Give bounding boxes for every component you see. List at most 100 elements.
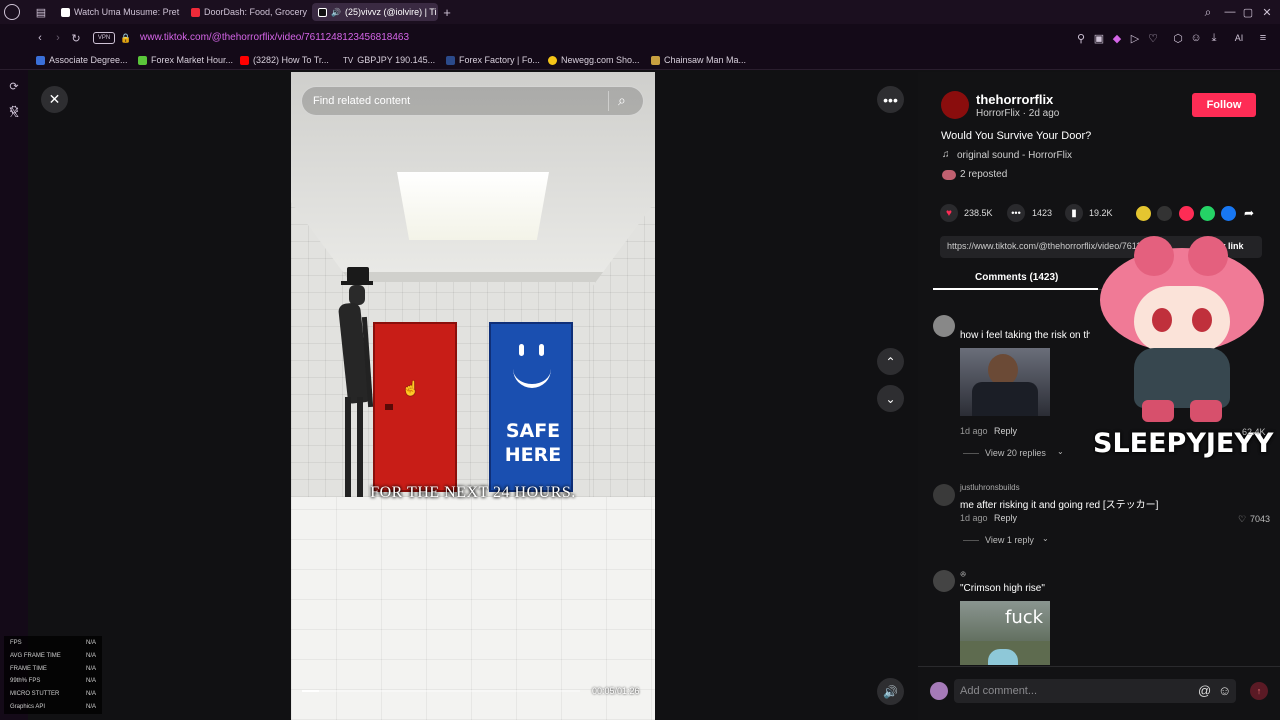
bookmark-label: Forex Market Hour... <box>151 55 234 65</box>
comment-image[interactable]: fuck <box>960 601 1050 665</box>
find-related-search[interactable]: Find related content ⌕ <box>301 86 644 116</box>
comment-like-icon[interactable]: ♡ <box>1238 514 1246 525</box>
chevron-down-icon[interactable]: ⌄ <box>1057 447 1064 456</box>
comment-username[interactable]: ꔮ <box>960 570 966 580</box>
speaker-icon[interactable]: 🔊 <box>331 8 341 17</box>
comment-username[interactable]: justluhronsbuilds <box>960 483 1020 492</box>
menu-icon[interactable]: ≡ <box>1257 31 1269 45</box>
smiley-eye <box>539 344 544 356</box>
comment-icon[interactable]: ••• <box>1007 204 1025 222</box>
comment-image[interactable] <box>960 348 1050 416</box>
mascot-overlay <box>1094 236 1270 432</box>
more-options-button[interactable]: ••• <box>877 86 904 113</box>
send-comment-icon[interactable]: ↑ <box>1250 682 1268 700</box>
previous-video-button[interactable]: ⌃ <box>877 348 904 375</box>
reply-button[interactable]: Reply <box>994 513 1017 523</box>
volume-button[interactable]: 🔊 <box>877 678 904 705</box>
reply-button[interactable]: Reply <box>994 426 1017 436</box>
more-share-icon[interactable]: ➦ <box>1244 206 1254 220</box>
heart-icon[interactable]: ♡ <box>1147 31 1159 45</box>
maximize-icon[interactable]: ▢ <box>1240 4 1256 20</box>
video-player[interactable]: SAFE HERE ☝ Find related content ⌕ FOR T… <box>291 72 655 720</box>
follow-button[interactable]: Follow <box>1192 93 1256 117</box>
perf-value: N/A <box>86 640 97 646</box>
comment-time: 1d ago <box>960 513 988 523</box>
whatsapp-icon[interactable] <box>1200 206 1215 221</box>
view-replies-button[interactable]: View 20 replies <box>985 448 1046 458</box>
repost-avatars <box>942 170 956 180</box>
my-avatar[interactable] <box>930 682 948 700</box>
download-icon[interactable]: ⤓ <box>1208 31 1220 45</box>
crunchyroll-favicon-icon <box>61 7 70 17</box>
comment-time: 1d ago <box>960 426 988 436</box>
bookmark-icon[interactable]: ▮ <box>1065 204 1083 222</box>
embed-icon[interactable] <box>1157 206 1172 221</box>
shield-icon[interactable]: ◆ <box>1111 31 1123 45</box>
mascot-boot <box>1142 400 1174 422</box>
bookmark-page-icon[interactable]: ⚲ <box>1075 31 1087 45</box>
ai-button[interactable]: AI <box>1228 31 1250 45</box>
new-tab-icon[interactable]: + <box>440 4 454 20</box>
comment-like-count: 62.4K <box>1242 427 1266 437</box>
bookmark-item[interactable]: (3282) How To Tr... <box>240 55 329 65</box>
chevron-down-icon[interactable]: ⌄ <box>1042 534 1049 543</box>
search-icon[interactable]: ⌕ <box>618 92 626 109</box>
minimize-icon[interactable]: — <box>1222 4 1238 20</box>
tab-uma-musume[interactable]: Watch Uma Musume: Pret <box>55 3 180 21</box>
snapshot-icon[interactable]: ▣ <box>1093 31 1105 45</box>
close-window-icon[interactable]: ✕ <box>1259 4 1275 20</box>
bookmark-item[interactable]: Forex Factory | Fo... <box>446 55 540 65</box>
author-avatar[interactable] <box>941 91 969 119</box>
facebook-icon[interactable] <box>1221 206 1236 221</box>
tradingview-favicon-icon: TV <box>343 55 354 65</box>
bookmark-item[interactable]: Associate Degree... <box>36 55 128 65</box>
bookmark-item[interactable]: Chainsaw Man Ma... <box>651 55 746 65</box>
messenger-icon[interactable]: ⟳ <box>6 78 22 94</box>
search-icon[interactable]: ⌕ <box>1200 4 1216 20</box>
like-count: 238.5K <box>964 208 993 218</box>
author-username[interactable]: thehorrorflix <box>976 92 1053 107</box>
bookmark-favicon-icon <box>36 55 45 65</box>
bookmark-favicon-icon <box>138 55 147 65</box>
tab-tiktok[interactable]: 🔊 (25)vivvz (@iolvire) | Ti <box>312 3 438 21</box>
perf-value: N/A <box>86 666 97 672</box>
commenter-avatar[interactable] <box>933 315 955 337</box>
sound-link[interactable]: original sound - HorrorFlix <box>957 150 1072 161</box>
vpn-badge[interactable]: VPN <box>93 32 115 44</box>
x-twitter-icon[interactable]: 𝕏 <box>5 104 23 122</box>
tab-comments[interactable]: Comments (1423) <box>975 272 1058 283</box>
view-replies-button[interactable]: View 1 reply <box>985 535 1034 545</box>
extensions-icon[interactable]: ⬡ <box>1172 31 1184 45</box>
bookmark-item[interactable]: Forex Market Hour... <box>138 55 233 65</box>
profile-icon[interactable]: ☺ <box>1190 31 1202 45</box>
back-icon[interactable]: ‹ <box>33 31 47 45</box>
browser-tab-bar: ▤ Watch Uma Musume: Pret DoorDash: Food,… <box>0 0 1280 24</box>
close-video-button[interactable]: ✕ <box>41 86 68 113</box>
url-text[interactable]: www.tiktok.com/@thehorrorflix/video/7611… <box>140 32 409 43</box>
lock-icon[interactable]: 🔒 <box>120 31 132 45</box>
ceiling-light <box>397 172 549 240</box>
like-icon[interactable]: ♥ <box>940 204 958 222</box>
play-icon[interactable]: ▷ <box>1129 31 1141 45</box>
bookmark-item[interactable]: TV GBPJPY 190.145... <box>343 55 435 65</box>
repost-share-icon[interactable] <box>1136 206 1151 221</box>
commenter-avatar[interactable] <box>933 484 955 506</box>
reload-icon[interactable]: ↻ <box>69 31 83 45</box>
commenter-avatar[interactable] <box>933 570 955 592</box>
tab-doordash[interactable]: DoorDash: Food, Grocery <box>185 3 307 21</box>
performance-overlay: FPS N/A AVG FRAME TIME N/A FRAME TIME N/… <box>4 636 102 714</box>
comment-text: "Crimson high rise" <box>960 583 1045 594</box>
next-video-button[interactable]: ⌄ <box>877 385 904 412</box>
mascot-eye <box>1152 308 1172 332</box>
send-friends-icon[interactable] <box>1179 206 1194 221</box>
emoji-icon[interactable]: ☺ <box>1218 683 1231 698</box>
perf-value: N/A <box>86 653 97 659</box>
mention-icon[interactable]: @ <box>1198 683 1211 698</box>
bookmark-item[interactable]: Newegg.com Sho... <box>548 55 640 65</box>
forward-icon[interactable]: › <box>51 31 65 45</box>
tab-menu-icon[interactable]: ▤ <box>34 4 48 20</box>
opera-logo-icon[interactable] <box>4 4 20 20</box>
reposted-count[interactable]: 2 reposted <box>960 169 1007 180</box>
progress-track[interactable] <box>302 690 580 692</box>
search-divider <box>608 91 609 111</box>
